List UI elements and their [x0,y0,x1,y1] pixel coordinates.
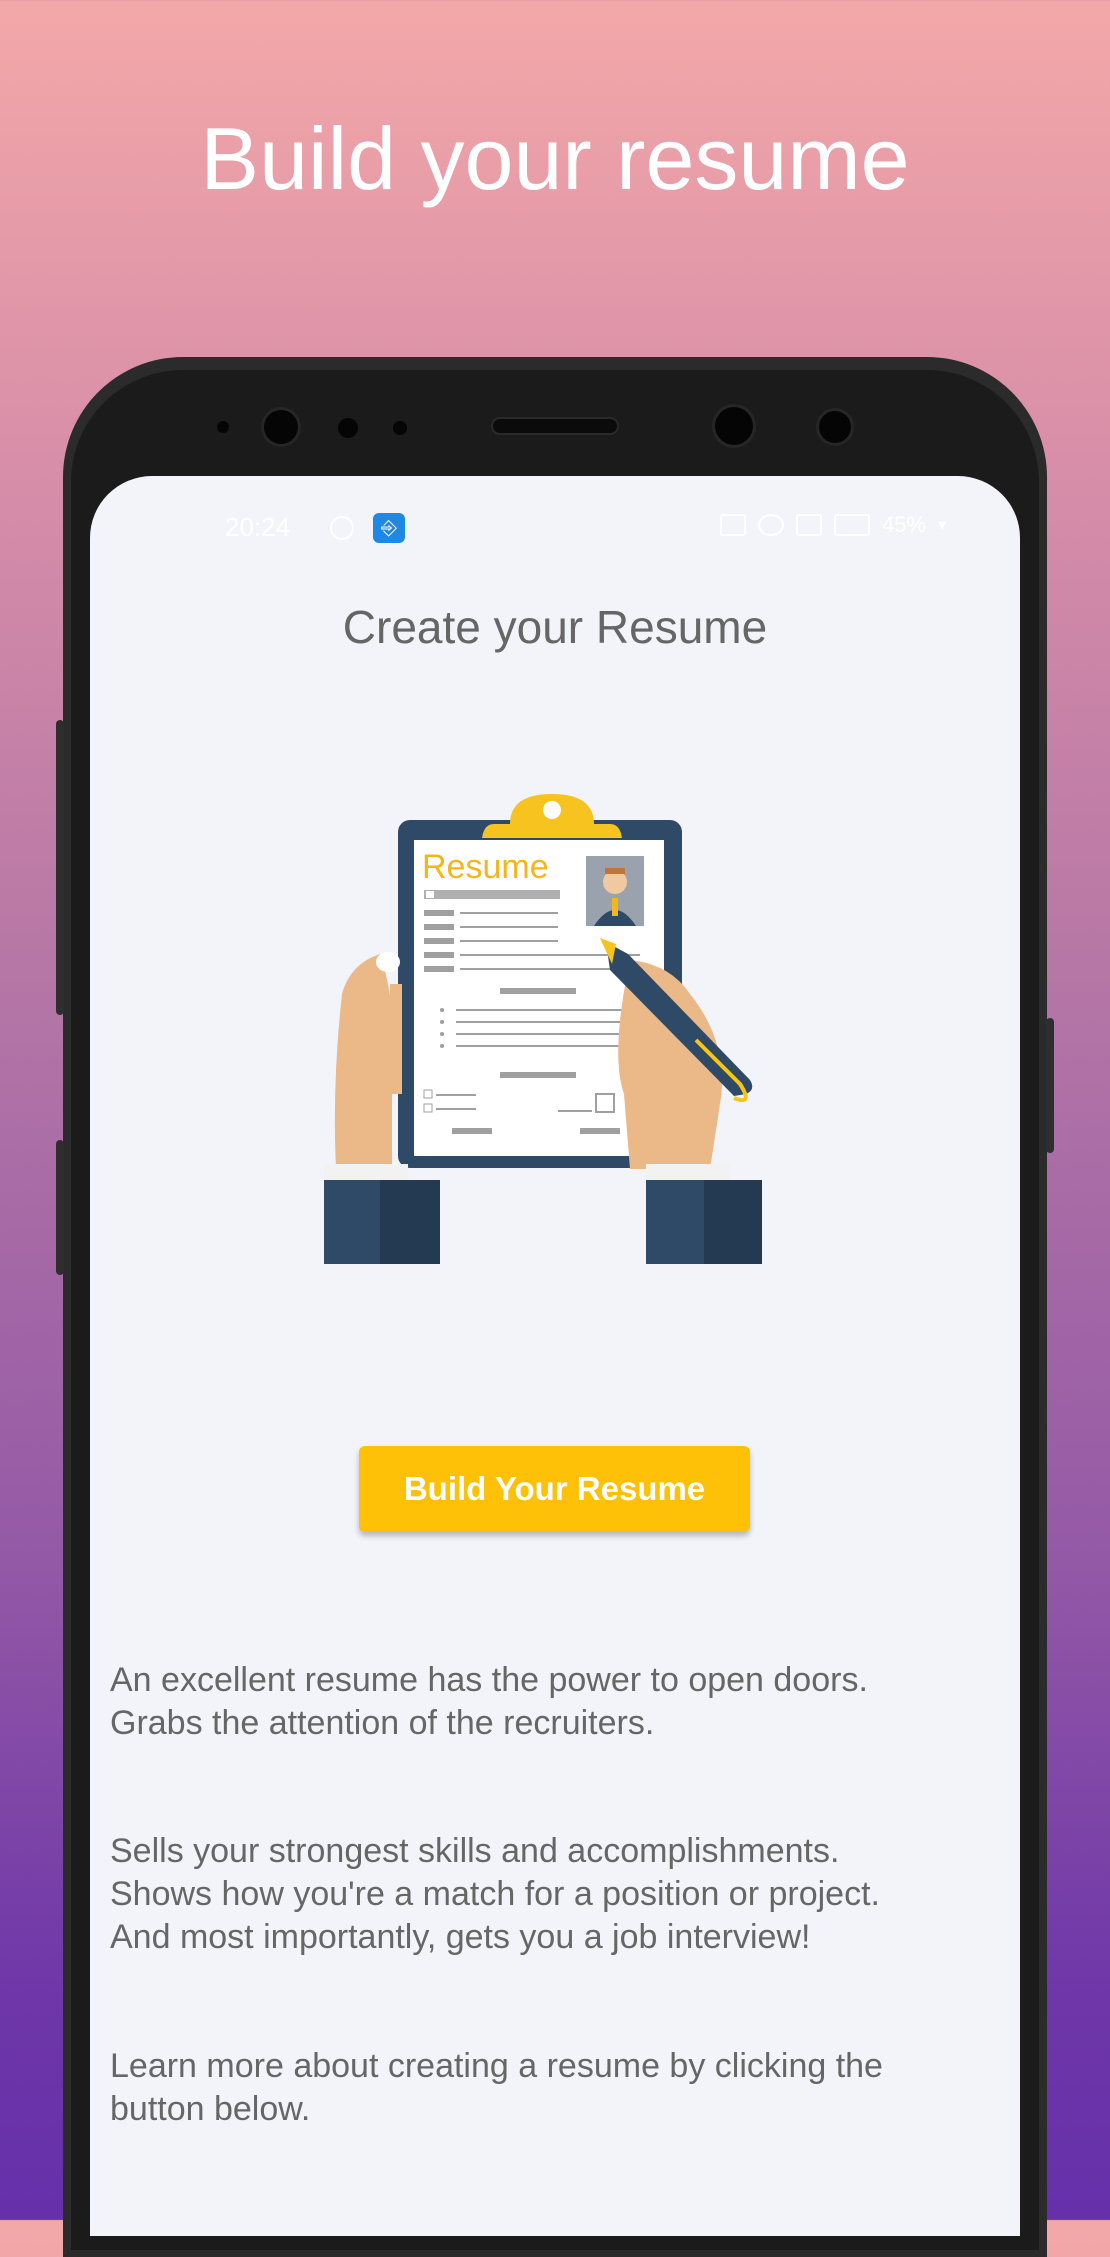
promo-title: Build your resume [200,109,910,208]
iris-led [819,411,851,443]
usb-icon: ⎆ [373,513,405,543]
volume-button [56,720,64,1015]
build-resume-button[interactable]: Build Your Resume [359,1446,750,1532]
right-cuff [646,1164,730,1180]
whatsapp-icon [330,516,354,540]
proximity-sensor [217,421,229,433]
status-bar: 20:24 ⎆ 45% ▾ [90,512,1020,552]
light-sensor [338,418,358,438]
battery-percent: 45% [882,512,927,537]
front-camera-icon [264,410,298,444]
status-time: 20:24 [225,512,291,542]
learn-more-paragraph: Learn more about creating a resume by cl… [110,2047,883,2128]
cast-icon [720,514,746,536]
left-hand [334,954,392,1169]
iris-sensor [393,421,407,435]
resume-illustration: Resume [324,794,762,1264]
data-icon [796,514,822,536]
earpiece-speaker [493,419,617,433]
signal-icon [834,514,870,536]
clipboard-heading: Resume [422,848,549,886]
app-screen: 20:24 ⎆ 45% ▾ Create your Resume Resume [90,476,1020,2236]
skills-paragraph: Sells your strongest skills and accompli… [110,1832,880,1956]
intro-paragraph: An excellent resume has the power to ope… [110,1661,868,1742]
bixby-button [56,1140,64,1275]
left-cuff [324,1164,408,1180]
power-button [1046,1018,1054,1153]
alarm-icon [758,514,784,536]
battery-icon: ▾ [938,517,947,534]
iris-camera-icon [715,407,753,445]
screen-title: Create your Resume [342,601,768,653]
status-icons: 45% ▾ [720,512,980,538]
